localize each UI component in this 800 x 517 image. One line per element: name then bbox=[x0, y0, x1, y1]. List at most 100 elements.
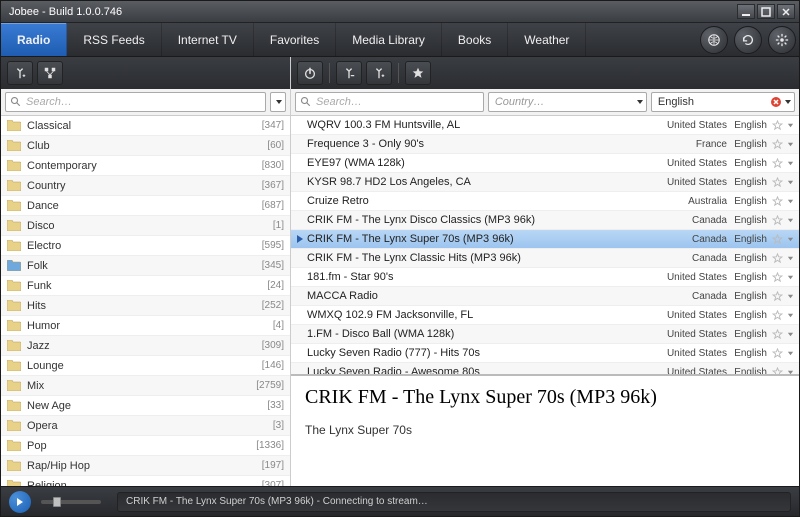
close-button[interactable] bbox=[777, 4, 795, 19]
row-menu-icon[interactable] bbox=[785, 350, 795, 357]
clear-language-icon[interactable] bbox=[770, 96, 782, 108]
category-row[interactable]: Hits[252] bbox=[1, 296, 290, 316]
station-row[interactable]: CRIK FM - The Lynx Super 70s (MP3 96k)Ca… bbox=[291, 230, 799, 249]
category-count: [687] bbox=[262, 200, 284, 211]
maximize-button[interactable] bbox=[757, 4, 775, 19]
favorite-star-icon[interactable] bbox=[769, 367, 785, 375]
favorite-star-icon[interactable] bbox=[769, 177, 785, 188]
row-menu-icon[interactable] bbox=[785, 217, 795, 224]
station-name: EYE97 (WMA 128k) bbox=[305, 157, 649, 169]
settings-button[interactable] bbox=[768, 26, 796, 54]
right-panel: Country… English WQRV 100.3 FM Huntsvill… bbox=[291, 57, 799, 486]
row-menu-icon[interactable] bbox=[785, 255, 795, 262]
favorite-button[interactable] bbox=[405, 61, 431, 85]
favorite-star-icon[interactable] bbox=[769, 120, 785, 131]
station-row[interactable]: CRIK FM - The Lynx Disco Classics (MP3 9… bbox=[291, 211, 799, 230]
category-row[interactable]: Rap/Hip Hop[197] bbox=[1, 456, 290, 476]
station-row[interactable]: WQRV 100.3 FM Huntsville, ALUnited State… bbox=[291, 116, 799, 135]
language-dropdown[interactable]: English bbox=[651, 92, 795, 112]
station-list[interactable]: WQRV 100.3 FM Huntsville, ALUnited State… bbox=[291, 115, 799, 374]
row-menu-icon[interactable] bbox=[785, 274, 795, 281]
category-row[interactable]: Electro[595] bbox=[1, 236, 290, 256]
add-antenna-button[interactable] bbox=[7, 61, 33, 85]
antenna-add-button[interactable] bbox=[366, 61, 392, 85]
row-menu-icon[interactable] bbox=[785, 179, 795, 186]
nav-media-library[interactable]: Media Library bbox=[336, 23, 442, 56]
station-row[interactable]: KYSR 98.7 HD2 Los Angeles, CAUnited Stat… bbox=[291, 173, 799, 192]
power-button[interactable] bbox=[297, 61, 323, 85]
station-row[interactable]: EYE97 (WMA 128k)United StatesEnglish bbox=[291, 154, 799, 173]
category-row[interactable]: Classical[347] bbox=[1, 116, 290, 136]
station-search-input[interactable] bbox=[316, 96, 479, 108]
play-button[interactable] bbox=[9, 491, 31, 513]
left-search-box[interactable] bbox=[5, 92, 266, 112]
station-row[interactable]: 181.fm - Star 90'sUnited StatesEnglish bbox=[291, 268, 799, 287]
row-menu-icon[interactable] bbox=[785, 122, 795, 129]
nav-weather[interactable]: Weather bbox=[508, 23, 586, 56]
station-row[interactable]: MACCA RadioCanadaEnglish bbox=[291, 287, 799, 306]
category-row[interactable]: Mix[2759] bbox=[1, 376, 290, 396]
volume-thumb[interactable] bbox=[53, 497, 61, 507]
nav-books[interactable]: Books bbox=[442, 23, 508, 56]
favorite-star-icon[interactable] bbox=[769, 139, 785, 150]
category-row[interactable]: Lounge[146] bbox=[1, 356, 290, 376]
row-menu-icon[interactable] bbox=[785, 160, 795, 167]
row-menu-icon[interactable] bbox=[785, 293, 795, 300]
volume-slider[interactable] bbox=[41, 500, 101, 504]
globe-button[interactable] bbox=[700, 26, 728, 54]
folder-icon bbox=[7, 380, 21, 391]
station-row[interactable]: CRIK FM - The Lynx Classic Hits (MP3 96k… bbox=[291, 249, 799, 268]
category-row[interactable]: Club[60] bbox=[1, 136, 290, 156]
category-row[interactable]: Opera[3] bbox=[1, 416, 290, 436]
favorite-star-icon[interactable] bbox=[769, 348, 785, 359]
station-row[interactable]: Lucky Seven Radio - Awesome 80sUnited St… bbox=[291, 363, 799, 374]
favorite-star-icon[interactable] bbox=[769, 291, 785, 302]
station-language: English bbox=[727, 291, 769, 302]
favorite-star-icon[interactable] bbox=[769, 329, 785, 340]
nav-internet-tv[interactable]: Internet TV bbox=[162, 23, 254, 56]
favorite-star-icon[interactable] bbox=[769, 253, 785, 264]
country-dropdown[interactable]: Country… bbox=[488, 92, 647, 112]
station-row[interactable]: Cruize RetroAustraliaEnglish bbox=[291, 192, 799, 211]
category-row[interactable]: Country[367] bbox=[1, 176, 290, 196]
category-row[interactable]: Jazz[309] bbox=[1, 336, 290, 356]
row-menu-icon[interactable] bbox=[785, 236, 795, 243]
antenna-remove-button[interactable] bbox=[336, 61, 362, 85]
favorite-star-icon[interactable] bbox=[769, 310, 785, 321]
favorite-star-icon[interactable] bbox=[769, 196, 785, 207]
category-row[interactable]: Dance[687] bbox=[1, 196, 290, 216]
station-country: Canada bbox=[649, 234, 727, 245]
favorite-star-icon[interactable] bbox=[769, 158, 785, 169]
category-count: [1] bbox=[273, 220, 284, 231]
category-row[interactable]: Pop[1336] bbox=[1, 436, 290, 456]
category-row[interactable]: Religion[307] bbox=[1, 476, 290, 486]
favorite-star-icon[interactable] bbox=[769, 215, 785, 226]
station-row[interactable]: WMXQ 102.9 FM Jacksonville, FLUnited Sta… bbox=[291, 306, 799, 325]
category-row[interactable]: Funk[24] bbox=[1, 276, 290, 296]
network-button[interactable] bbox=[37, 61, 63, 85]
nav-radio[interactable]: Radio bbox=[1, 23, 67, 56]
nav-favorites[interactable]: Favorites bbox=[254, 23, 336, 56]
category-row[interactable]: Folk[345] bbox=[1, 256, 290, 276]
category-row[interactable]: Contemporary[830] bbox=[1, 156, 290, 176]
category-row[interactable]: Disco[1] bbox=[1, 216, 290, 236]
station-row[interactable]: Lucky Seven Radio (777) - Hits 70sUnited… bbox=[291, 344, 799, 363]
favorite-star-icon[interactable] bbox=[769, 234, 785, 245]
station-search-box[interactable] bbox=[295, 92, 484, 112]
category-row[interactable]: New Age[33] bbox=[1, 396, 290, 416]
refresh-button[interactable] bbox=[734, 26, 762, 54]
category-search-input[interactable] bbox=[26, 96, 261, 108]
station-row[interactable]: 1.FM - Disco Ball (WMA 128k)United State… bbox=[291, 325, 799, 344]
row-menu-icon[interactable] bbox=[785, 312, 795, 319]
station-row[interactable]: Frequence 3 - Only 90'sFranceEnglish bbox=[291, 135, 799, 154]
minimize-button[interactable] bbox=[737, 4, 755, 19]
nav-rss-feeds[interactable]: RSS Feeds bbox=[67, 23, 161, 56]
row-menu-icon[interactable] bbox=[785, 141, 795, 148]
left-search-menu[interactable] bbox=[270, 92, 286, 112]
favorite-star-icon[interactable] bbox=[769, 272, 785, 283]
row-menu-icon[interactable] bbox=[785, 331, 795, 338]
category-list[interactable]: Classical[347]Club[60]Contemporary[830]C… bbox=[1, 115, 290, 486]
row-menu-icon[interactable] bbox=[785, 198, 795, 205]
category-row[interactable]: Humor[4] bbox=[1, 316, 290, 336]
category-count: [197] bbox=[262, 460, 284, 471]
